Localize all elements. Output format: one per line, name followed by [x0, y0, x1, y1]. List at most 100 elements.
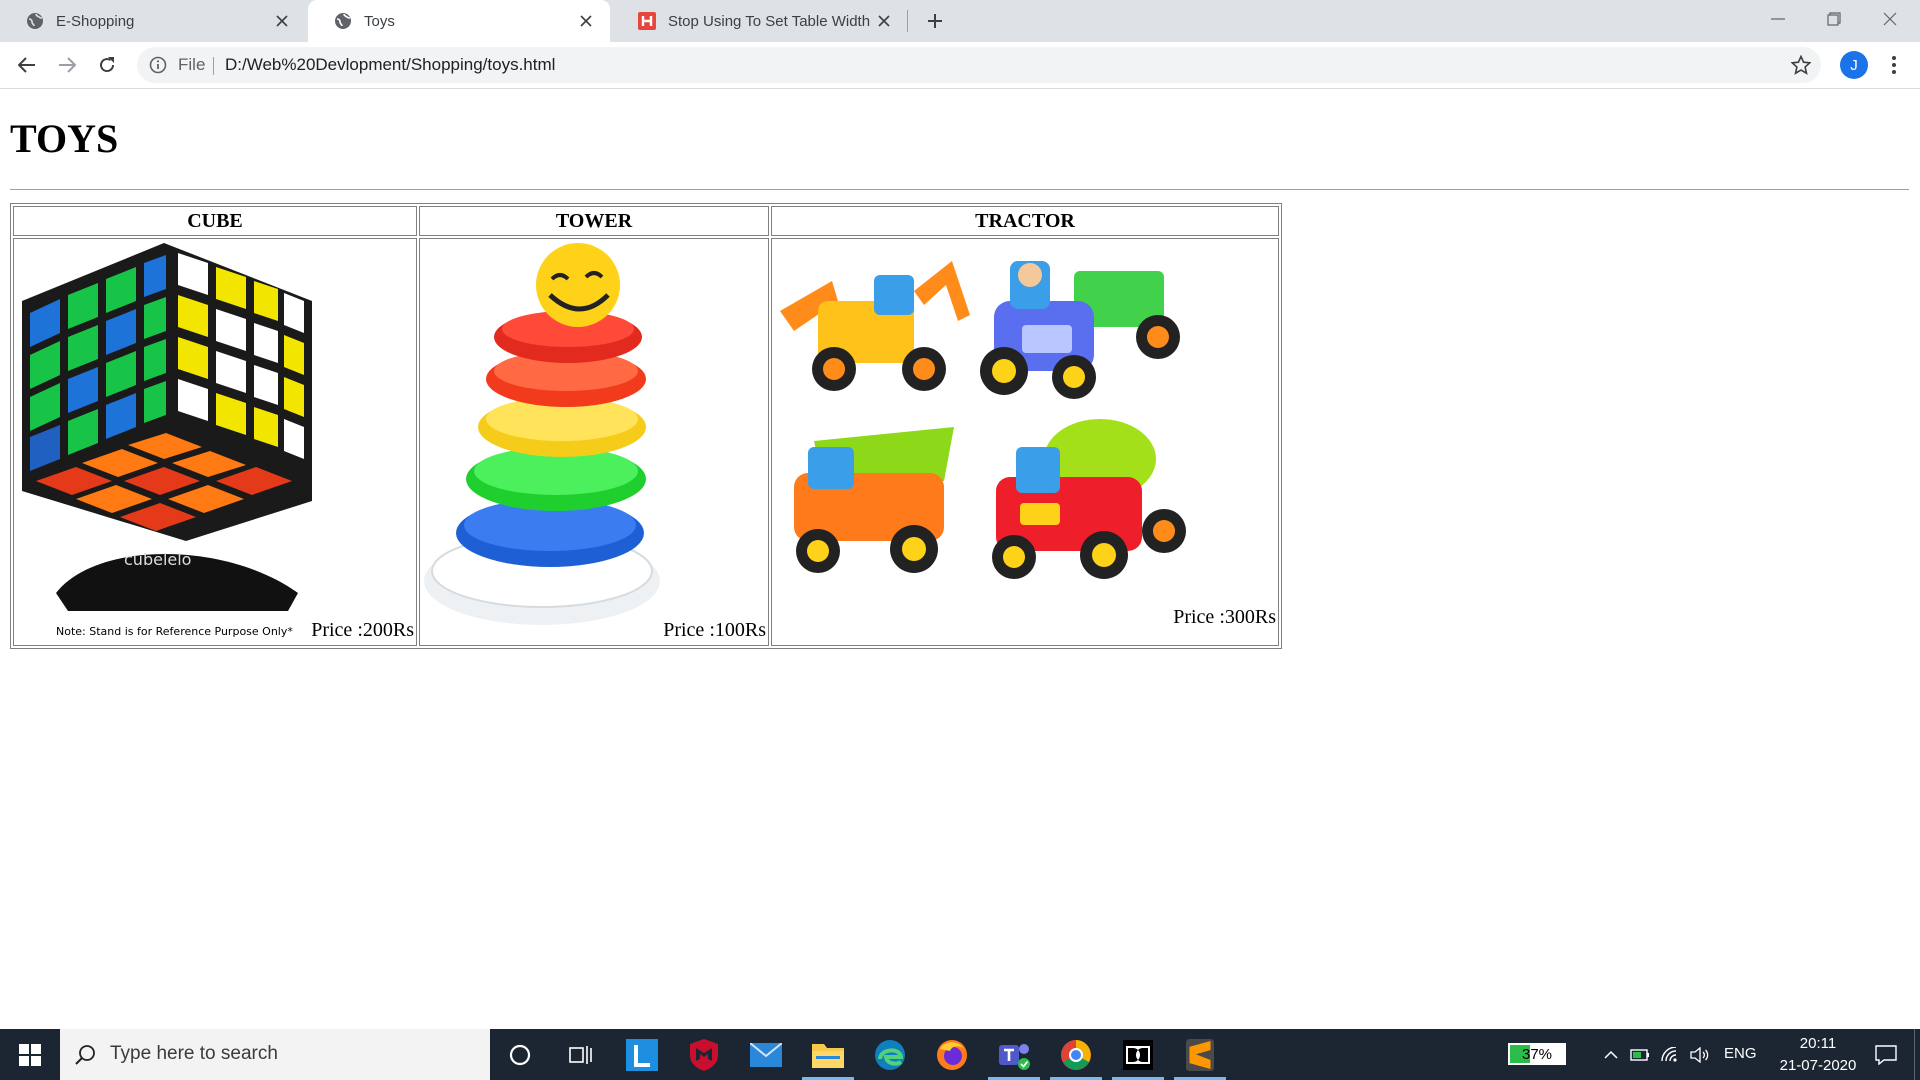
power-status[interactable] — [1626, 1029, 1654, 1080]
stacking-tower-image — [424, 243, 660, 625]
tab-strip: E-Shopping Toys Stop Using To Set Table … — [0, 0, 1920, 42]
brand-label: cubelelo — [124, 550, 191, 569]
start-button[interactable] — [0, 1029, 60, 1080]
tab-toys[interactable]: Toys — [308, 0, 610, 42]
speaker-icon — [1690, 1046, 1709, 1063]
taskbar-teams[interactable] — [984, 1029, 1044, 1080]
battery-indicator[interactable]: 37% — [1508, 1043, 1566, 1065]
reload-button[interactable] — [92, 50, 122, 80]
toy-vehicles-image — [780, 261, 1186, 579]
battery-percent: 37% — [1521, 1046, 1553, 1063]
plus-icon — [928, 14, 942, 28]
clock-time[interactable]: 20:11 — [1788, 1035, 1848, 1052]
globe-icon — [26, 12, 44, 30]
edge-icon — [875, 1039, 905, 1070]
search-icon — [75, 1045, 95, 1065]
chrome-icon — [1061, 1039, 1091, 1070]
tab-title: Stop Using To Set Table Width In — [668, 12, 874, 30]
minimize-icon — [1771, 18, 1785, 20]
close-icon[interactable] — [874, 11, 894, 31]
price-label: Price :300Rs — [1173, 606, 1276, 628]
price-label: Price :100Rs — [663, 619, 766, 641]
battery-plug-icon — [1630, 1048, 1649, 1061]
tab-e-shopping[interactable]: E-Shopping — [0, 0, 306, 42]
taskbar-firefox[interactable] — [922, 1029, 982, 1080]
close-icon[interactable] — [576, 11, 596, 31]
minimize-button[interactable] — [1750, 0, 1806, 38]
browser-toolbar: File D:/Web%20Devlopment/Shopping/toys.h… — [0, 42, 1920, 89]
profile-avatar[interactable]: J — [1840, 51, 1868, 79]
close-icon[interactable] — [272, 11, 292, 31]
taskbar-mail[interactable] — [736, 1029, 796, 1080]
address-divider — [213, 57, 214, 75]
rubiks-cube-image: cubelelo Note: Stand is for Reference Pu… — [22, 243, 312, 638]
mail-icon — [750, 1042, 782, 1067]
new-tab-button[interactable] — [922, 8, 948, 34]
taskbar-sublime[interactable] — [1170, 1029, 1230, 1080]
sublime-text-icon — [1186, 1038, 1214, 1071]
url-text[interactable]: D:/Web%20Devlopment/Shopping/toys.html — [225, 55, 555, 75]
taskbar: Type here to search 37% ENG 20:11 21-07-… — [0, 1029, 1920, 1080]
product-cell-tower: Price :100Rs — [419, 238, 769, 646]
cortana-button[interactable] — [490, 1029, 550, 1080]
info-icon[interactable] — [149, 56, 167, 74]
back-button[interactable] — [12, 50, 42, 80]
wifi-status[interactable] — [1656, 1029, 1684, 1080]
mcafee-shield-icon — [690, 1038, 718, 1071]
taskbar-search[interactable]: Type here to search — [60, 1029, 490, 1080]
taskbar-dolby[interactable] — [1108, 1029, 1168, 1080]
teams-icon — [999, 1043, 1030, 1070]
horizontal-rule — [10, 189, 1909, 190]
taskbar-app-l[interactable] — [612, 1029, 672, 1080]
product-cell-cube: cubelelo Note: Stand is for Reference Pu… — [13, 238, 417, 646]
product-table: CUBE TOWER TRACTOR cubelelo Note: Stand … — [10, 203, 1282, 649]
menu-button[interactable] — [1882, 51, 1906, 79]
price-label: Price :200Rs — [311, 619, 414, 641]
dump-truck-toy — [794, 427, 954, 573]
table-row: cubelelo Note: Stand is for Reference Pu… — [13, 238, 1279, 646]
action-center-button[interactable] — [1866, 1029, 1906, 1080]
restore-icon — [1827, 12, 1841, 26]
clock-date[interactable]: 21-07-2020 — [1768, 1057, 1868, 1074]
image-caption: Note: Stand is for Reference Purpose Onl… — [56, 625, 293, 638]
task-view-icon — [569, 1045, 592, 1064]
cortana-icon — [509, 1044, 531, 1065]
windows-logo-icon — [19, 1043, 41, 1066]
show-desktop-button[interactable] — [1914, 1029, 1920, 1080]
page-title: TOYS — [10, 116, 119, 161]
h-site-icon — [638, 12, 656, 30]
dolby-icon — [1123, 1039, 1153, 1070]
notification-icon — [1875, 1044, 1897, 1065]
scheme-label: File — [178, 55, 206, 74]
arrow-left-icon — [18, 57, 35, 73]
tab-title: E-Shopping — [56, 12, 135, 30]
taskbar-edge[interactable] — [860, 1029, 920, 1080]
address-bar[interactable]: File D:/Web%20Devlopment/Shopping/toys.h… — [137, 47, 1821, 83]
arrow-right-icon — [59, 57, 76, 73]
show-hidden-icons-button[interactable] — [1598, 1029, 1624, 1080]
taskbar-mcafee[interactable] — [674, 1029, 734, 1080]
taskbar-file-explorer[interactable] — [798, 1029, 858, 1080]
close-icon — [1883, 12, 1897, 26]
column-header: CUBE — [13, 206, 417, 236]
tab-stop-using[interactable]: Stop Using To Set Table Width In — [612, 0, 908, 42]
wifi-icon — [1661, 1046, 1677, 1062]
input-language[interactable]: ENG — [1724, 1045, 1757, 1062]
task-view-button[interactable] — [550, 1029, 610, 1080]
restore-button[interactable] — [1806, 0, 1862, 38]
search-placeholder: Type here to search — [110, 1043, 278, 1064]
tab-divider — [907, 10, 908, 32]
star-icon[interactable] — [1791, 55, 1811, 75]
reload-icon — [100, 57, 115, 73]
volume-control[interactable] — [1686, 1029, 1714, 1080]
taskbar-chrome[interactable] — [1046, 1029, 1106, 1080]
close-window-button[interactable] — [1862, 0, 1918, 38]
table-header-row: CUBE TOWER TRACTOR — [13, 206, 1279, 236]
tab-title: Toys — [364, 12, 395, 30]
firefox-icon — [937, 1039, 967, 1070]
forward-button[interactable] — [52, 50, 82, 80]
folder-icon — [812, 1043, 844, 1068]
backhoe-toy — [780, 261, 970, 391]
column-header: TRACTOR — [771, 206, 1279, 236]
product-cell-tractor: Price :300Rs — [771, 238, 1279, 646]
